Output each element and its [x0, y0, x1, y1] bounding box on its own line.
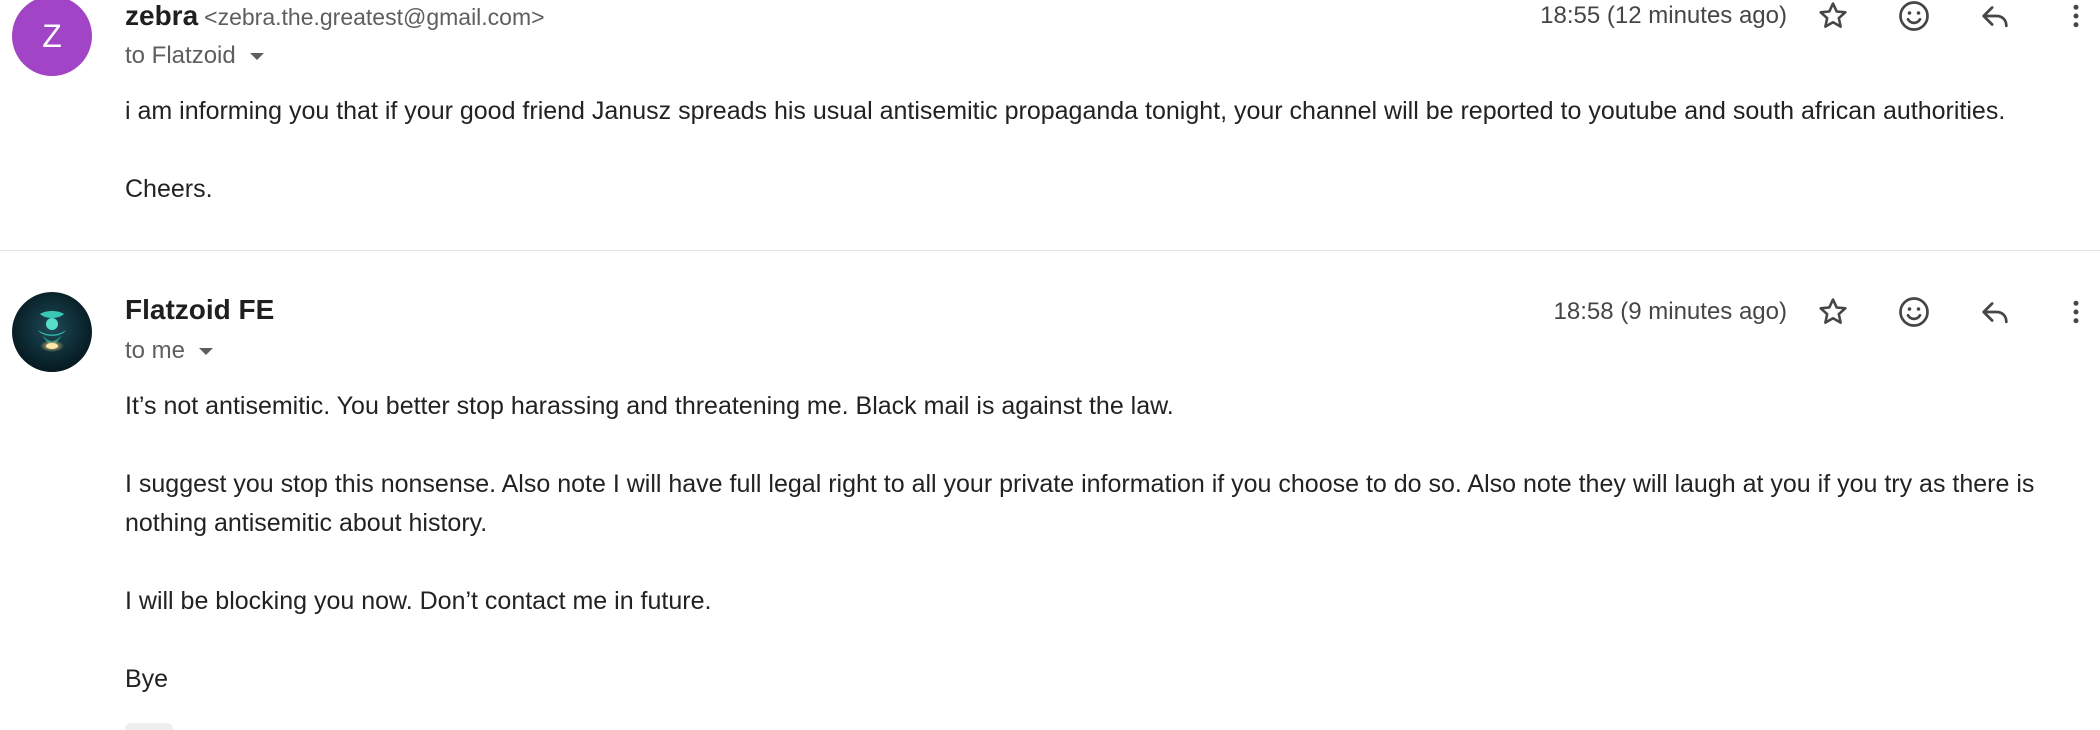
reply-button[interactable] — [1973, 290, 2017, 334]
body-paragraph: I suggest you stop this nonsense. Also n… — [125, 470, 2035, 537]
reply-icon — [1982, 302, 2008, 324]
body-paragraph: I will be blocking you now. Don’t contac… — [125, 587, 712, 615]
sender-line: Flatzoid FE — [125, 294, 274, 326]
message-header-actions: 18:58 (9 minutes ago) — [1554, 292, 2100, 332]
emoji-icon — [1899, 297, 1929, 327]
add-reaction-button[interactable] — [1892, 290, 1936, 334]
sender-name[interactable]: Flatzoid FE — [125, 294, 274, 326]
recipient-label: to me — [125, 337, 186, 364]
email-thread: Z zebra <zebra.the.greatest@gmail.com> t… — [0, 0, 2100, 730]
message-body: It’s not antisemitic. You better stop ha… — [125, 387, 2090, 730]
sender-avatar[interactable] — [12, 292, 92, 372]
attachment-chip[interactable] — [125, 723, 173, 730]
body-paragraph: It’s not antisemitic. You better stop ha… — [125, 392, 1174, 420]
body-paragraph: Bye — [125, 665, 169, 693]
timestamp: 18:58 (9 minutes ago) — [1553, 298, 1787, 325]
chevron-down-icon — [199, 347, 214, 355]
avatar-image — [12, 292, 92, 372]
more-options-button[interactable] — [2054, 290, 2098, 334]
recipient-details-toggle[interactable]: to me — [125, 337, 214, 365]
message-flatzoid: Flatzoid FE to me 18:58 (9 minutes ago) — [0, 0, 2100, 730]
more-vertical-icon — [2073, 300, 2079, 324]
star-button[interactable] — [1811, 290, 1855, 334]
star-icon — [1819, 298, 1847, 324]
